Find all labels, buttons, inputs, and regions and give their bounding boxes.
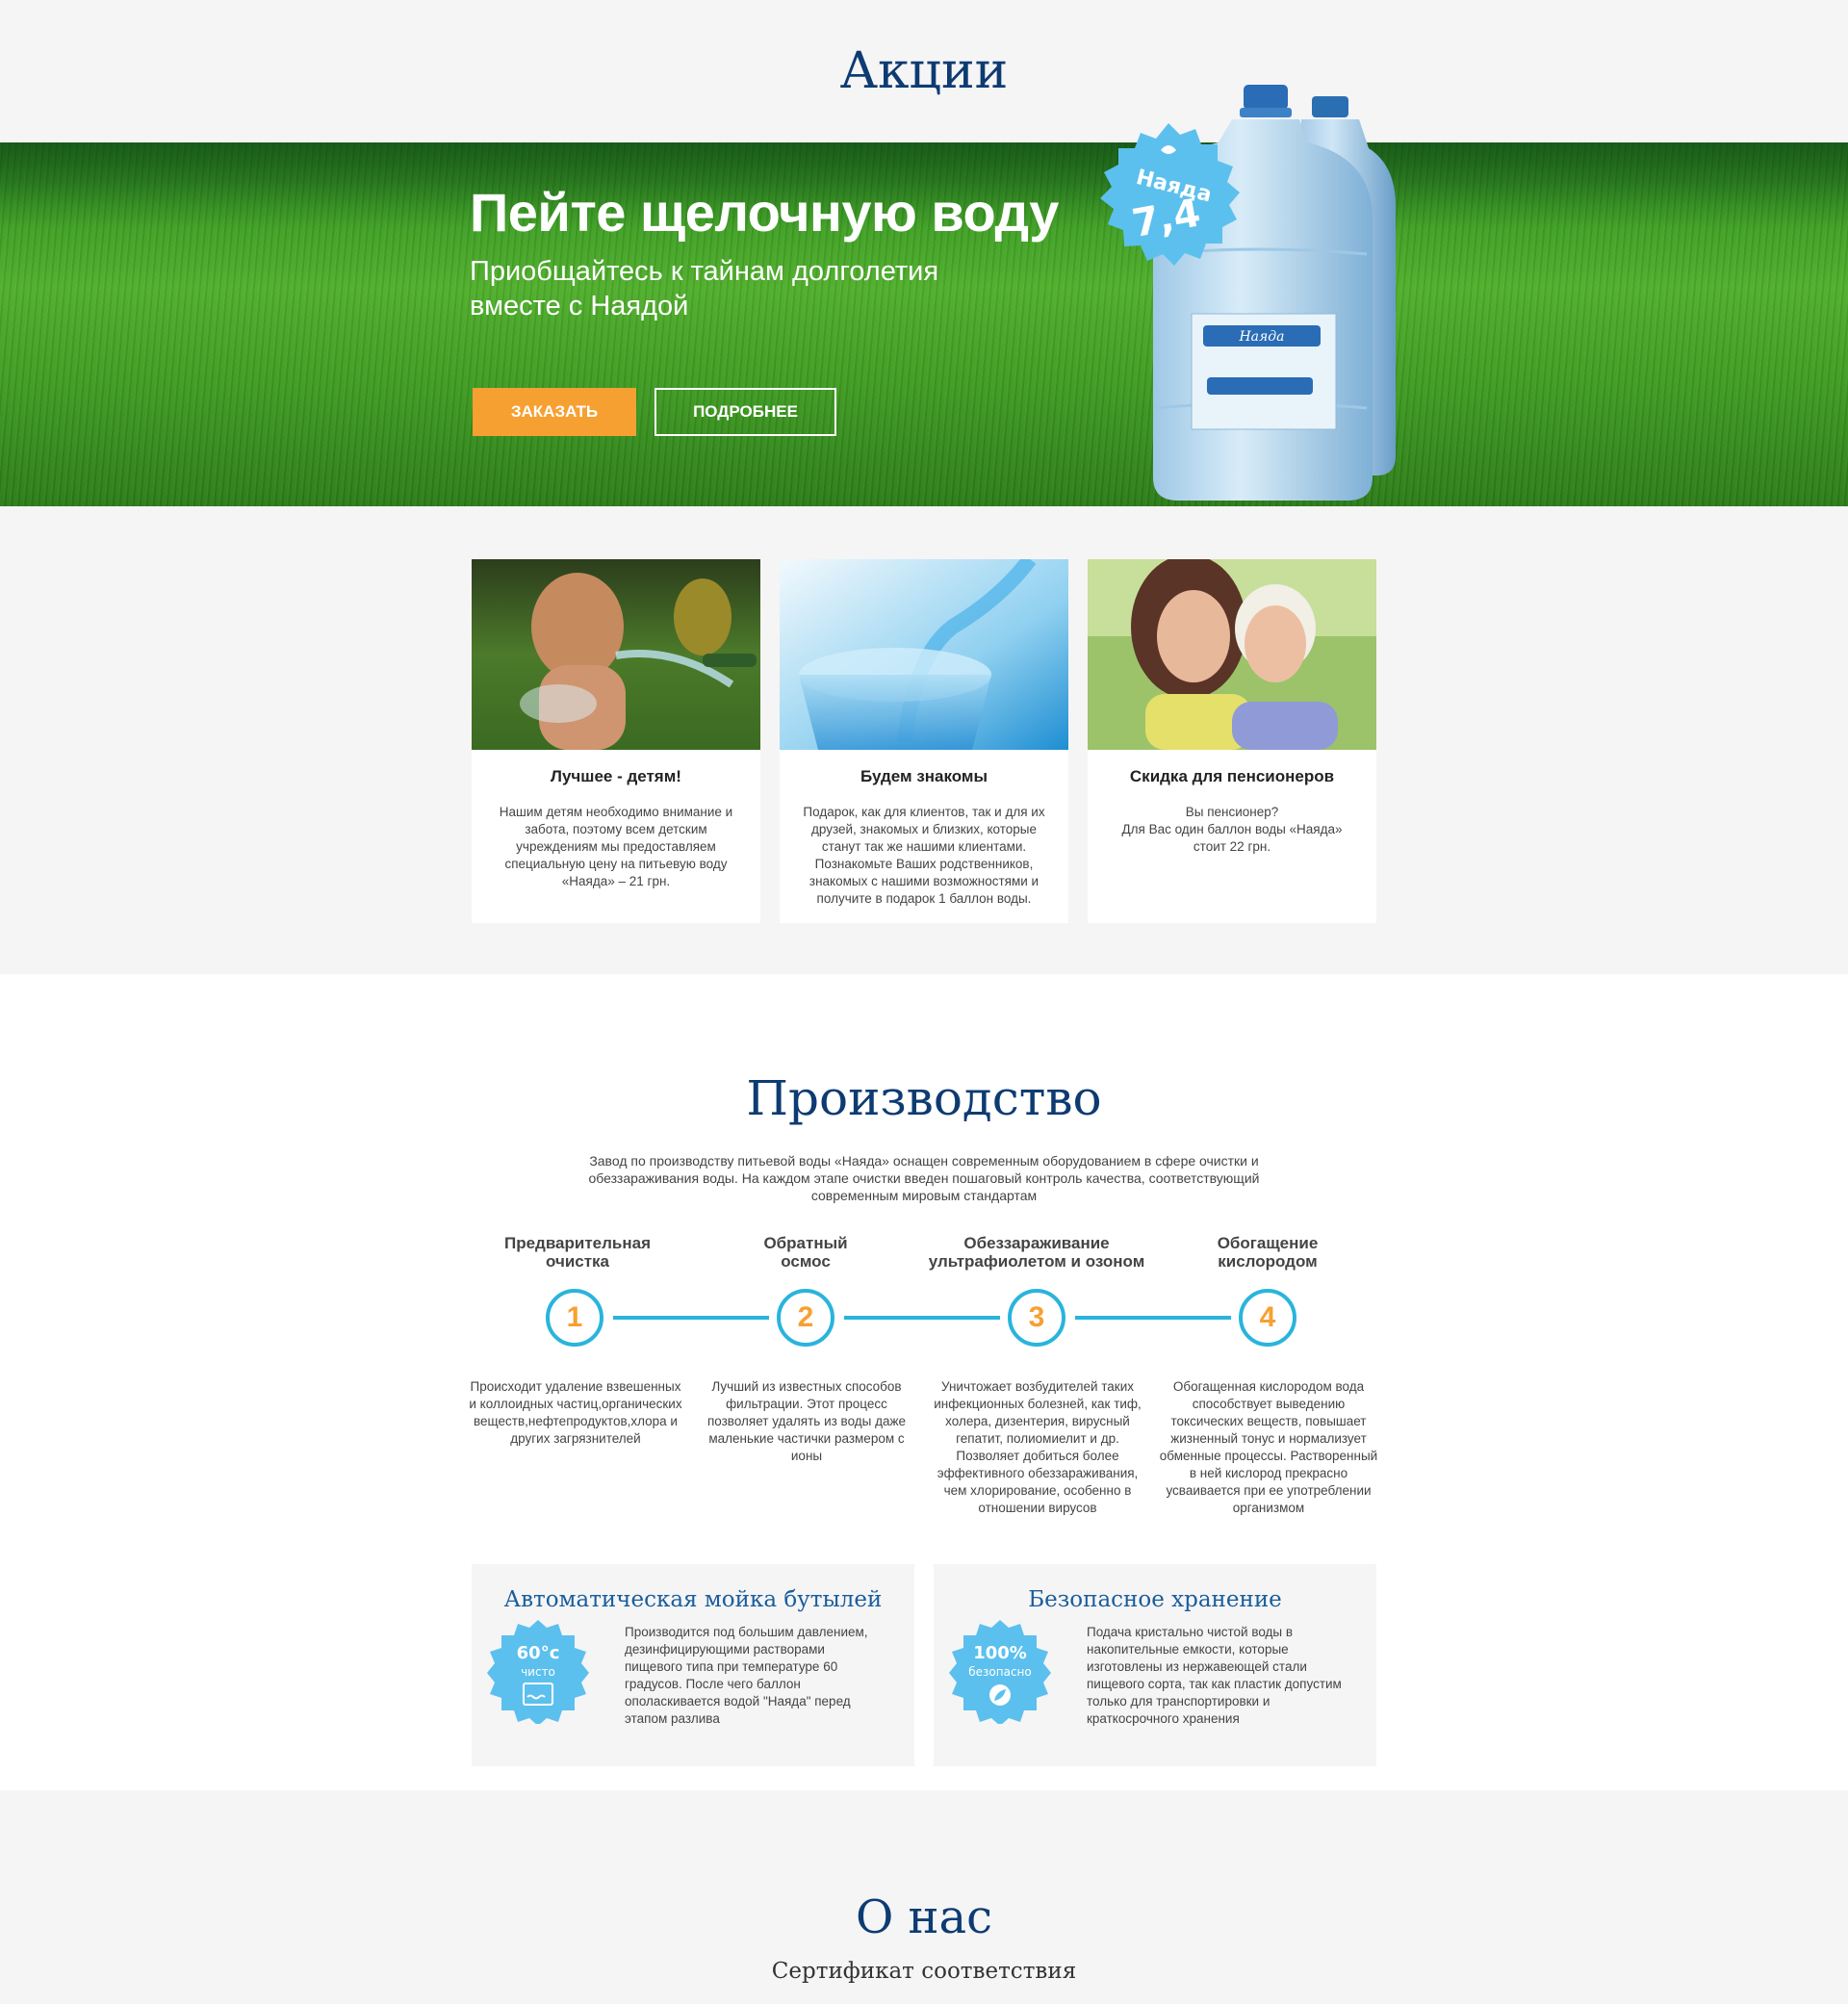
hero-subtitle: Приобщайтесь к тайнам долголетия вместе … [470,256,939,321]
card-title: Будем знакомы [860,767,988,785]
two-women-photo [1088,559,1376,750]
feature-text: Производится под большим давлением, дези… [625,1625,868,1726]
water-pour-photo [780,559,1068,750]
badge-top-text: 100% [973,1643,1027,1663]
step-desc-3: Уничтожает возбудителей таких инфекционн… [934,1379,1142,1515]
feature-bottle-washing: Автоматическая мойка бутылей 60°c чисто … [472,1564,914,1766]
step-number-4: 4 [1239,1289,1296,1347]
kids-photo [472,559,760,750]
step-number-1: 1 [546,1289,603,1347]
step-number-3: 3 [1008,1289,1065,1347]
step-desc-1: Происходит удаление взвешенных и коллоид… [469,1379,682,1446]
card-text: Нашим детям необходимо внимание и забота… [499,805,733,888]
card-title: Лучшее - детям! [551,767,681,785]
promo-card-pensioners[interactable]: Скидка для пенсионеров Вы пенсионер? Для… [1088,559,1376,923]
water-bottles-image: Наяда Наяда 7,4 [1078,81,1444,504]
step-connector [844,1316,1000,1320]
production-section: Производство Завод по производству питье… [0,974,1848,1790]
bottle-label-brand: Наяда [1238,329,1284,345]
order-button[interactable]: ЗАКАЗАТЬ [473,388,636,436]
badge-bottom-text: безопасно [968,1665,1032,1679]
water-glass-photo [780,559,1068,750]
step-desc-2: Лучший из известных способов фильтрации.… [706,1379,907,1463]
step-connector [613,1316,769,1320]
card-text: Подарок, как для клиентов, так и для их … [803,805,1045,906]
women-photo [1088,559,1376,750]
water-bottles-illustration: Наяда Наяда 7,4 [1100,85,1396,501]
feature-title: Автоматическая мойка бутылей [503,1587,883,1612]
step-number-2: 2 [777,1289,834,1347]
feature-text: Подача кристально чистой воды в накопите… [1087,1625,1342,1726]
feature-title: Безопасное хранение [1028,1587,1282,1612]
promo-card-kids[interactable]: Лучшее - детям! Нашим детям необходимо в… [472,559,760,923]
hero-banner: Пейте щелочную воду Приобщайтесь к тайна… [0,142,1848,506]
production-title: Производство [746,1070,1102,1126]
step-title-3: Обеззараживание ультрафиолетом и озоном [928,1234,1145,1271]
step-title-4: Обогащение кислородом [1217,1234,1319,1271]
card-text: Вы пенсионер? Для Вас один баллон воды «… [1121,805,1343,854]
hero-title: Пейте щелочную воду [470,182,1059,243]
promo-cards-section: Лучшее - детям! Нашим детям необходимо в… [0,506,1848,974]
production-intro: Завод по производству питьевой воды «Ная… [588,1153,1260,1203]
step-connector [1075,1316,1231,1320]
step-title-2: Обратный осмос [763,1234,848,1271]
badge-bottom-text: чисто [521,1665,555,1679]
step-title-1: Предварительная очистка [503,1234,652,1271]
about-title: О нас [855,1890,993,1944]
promo-title: Акции [839,42,1009,100]
certificate-heading: Сертификат соответствия [771,1959,1077,1984]
safety-badge-icon: 100% безопасно [949,1620,1051,1724]
promo-card-friends[interactable]: Будем знакомы Подарок, как для клиентов,… [780,559,1068,923]
badge-top-text: 60°c [517,1643,560,1663]
card-title: Скидка для пенсионеров [1129,767,1335,785]
promo-header-section: Акции [0,0,1848,142]
temperature-badge-icon: 60°c чисто [487,1620,589,1724]
about-section: О нас Сертификат соответствия [0,1790,1848,2004]
step-desc-4: Обогащенная кислородом вода способствует… [1159,1379,1378,1515]
feature-safe-storage: Безопасное хранение 100% безопасно Подач… [934,1564,1376,1766]
more-button[interactable]: ПОДРОБНЕЕ [654,388,836,436]
child-with-hose-photo [472,559,760,750]
